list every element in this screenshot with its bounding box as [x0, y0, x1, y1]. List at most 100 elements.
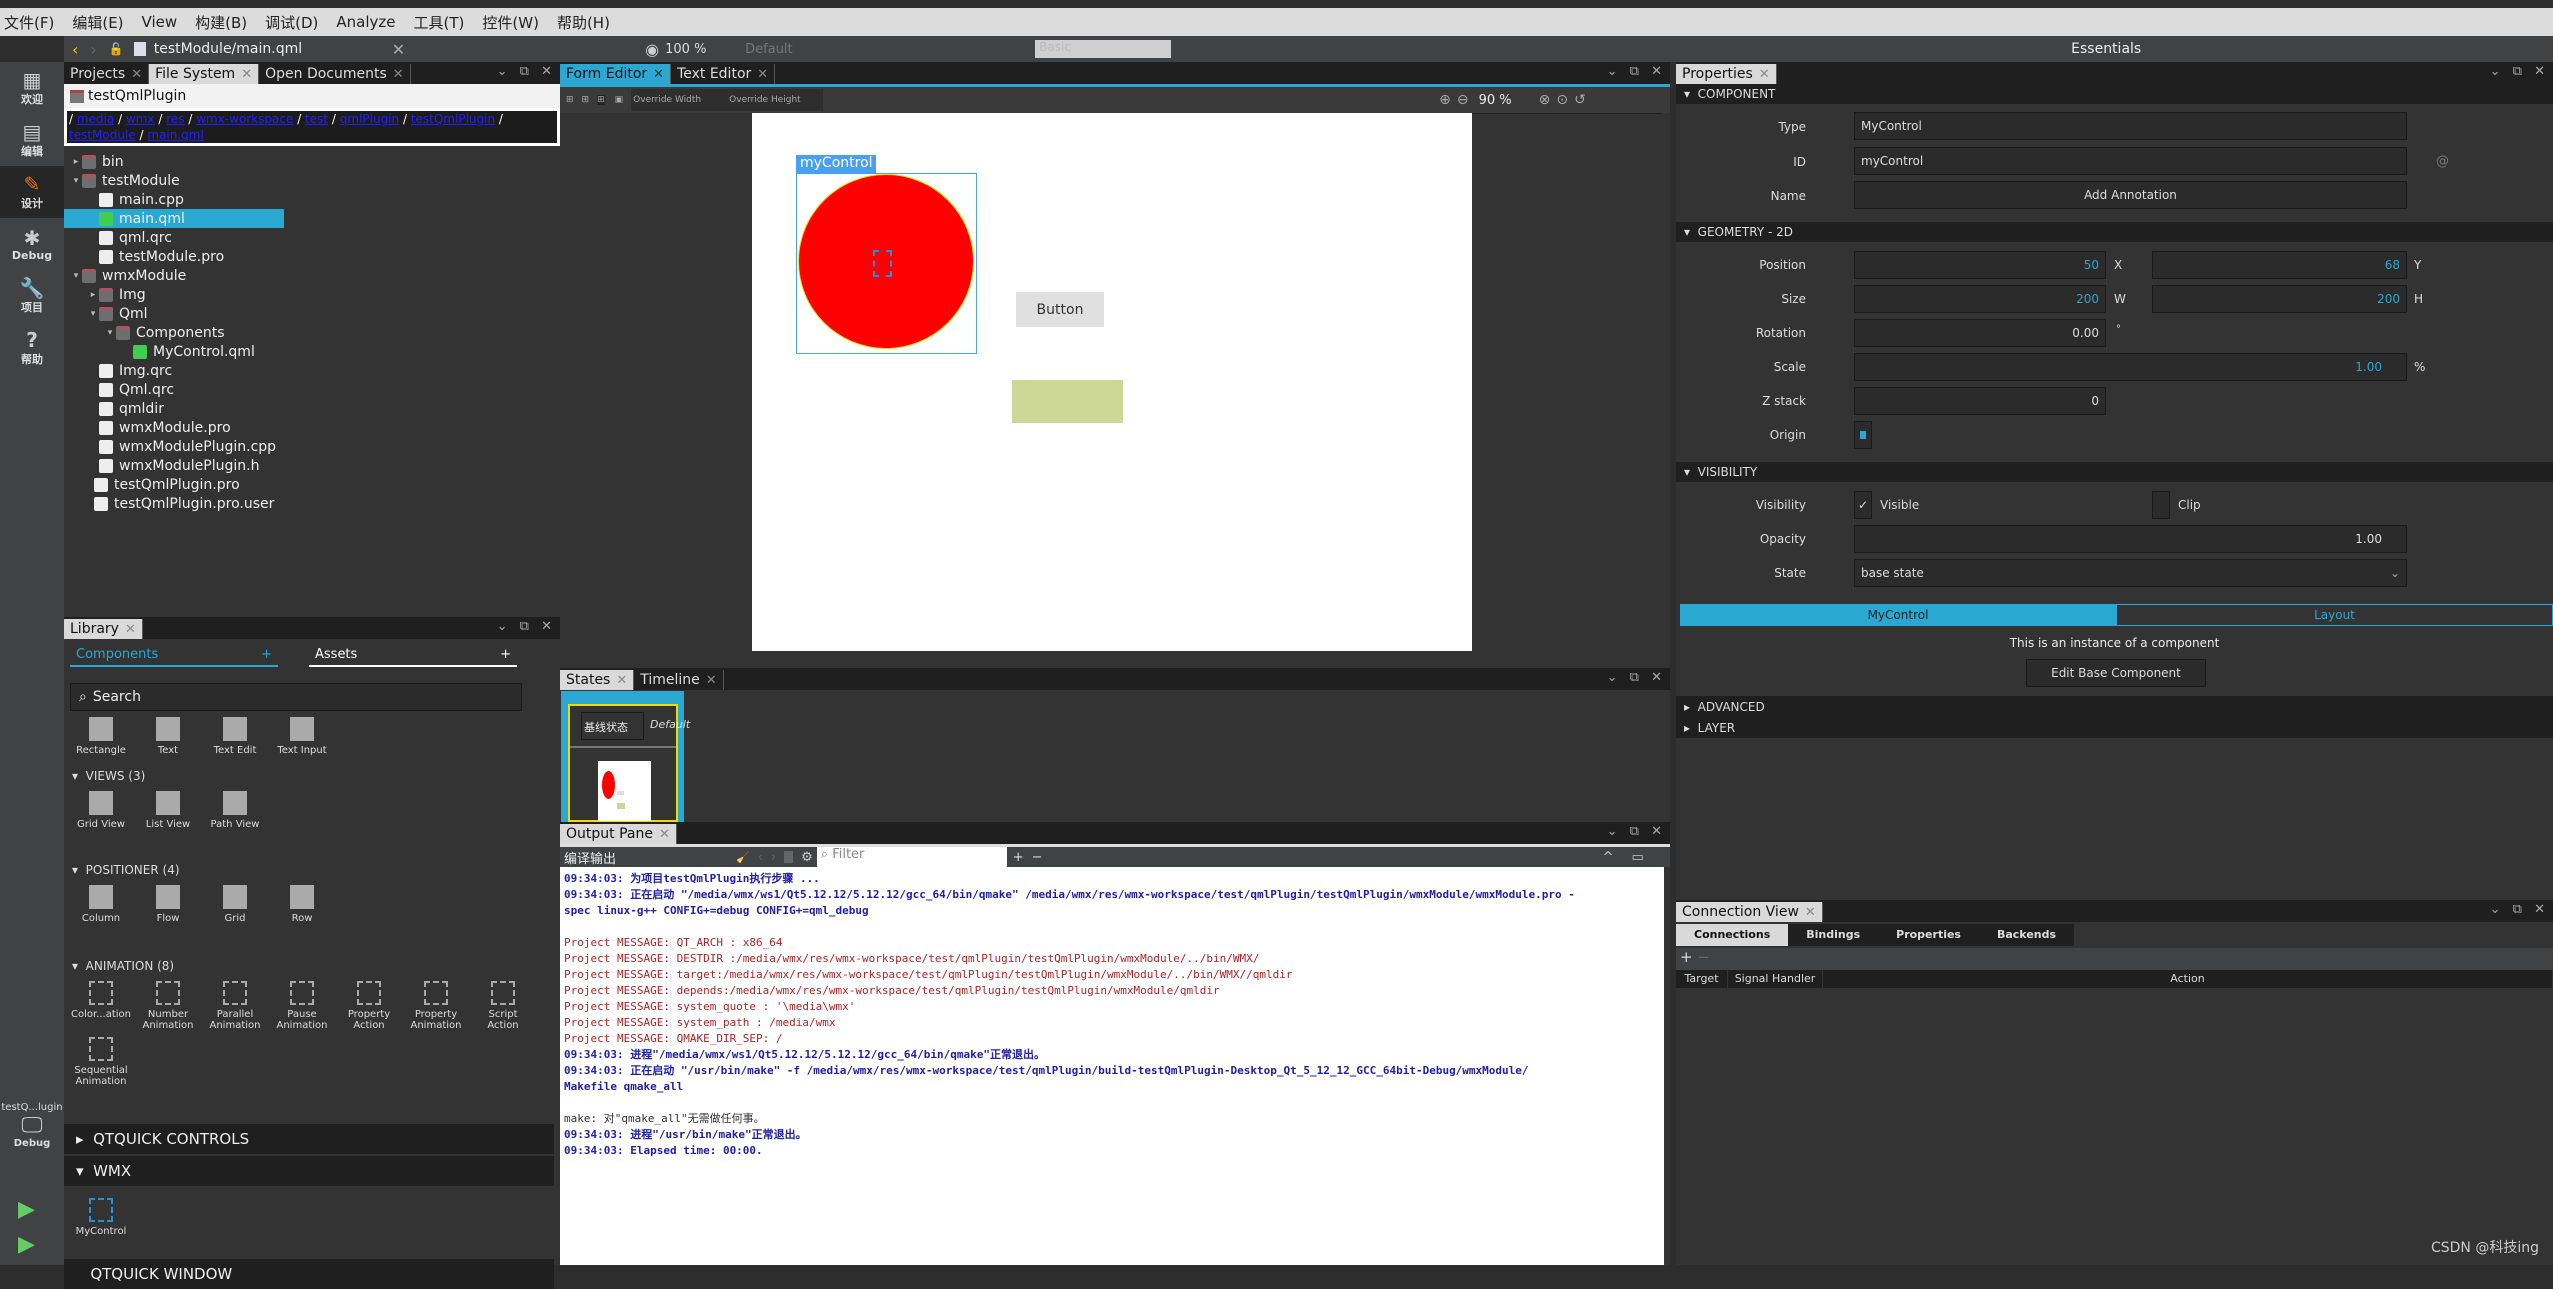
column-header[interactable]: Target — [1676, 970, 1728, 988]
filter-input[interactable]: ⌕ Filter — [817, 847, 1007, 867]
state-base[interactable]: 基线状态 Default — [561, 691, 684, 822]
mode-项目[interactable]: 🔧项目 — [0, 270, 64, 322]
menu-item[interactable]: 调试(D) — [265, 12, 318, 33]
panel-controls[interactable]: ⌄ ⧉ ✕ — [1607, 670, 1666, 685]
id-field[interactable]: myControl — [1854, 147, 2407, 175]
canvas-rectangle[interactable] — [1012, 380, 1123, 423]
prev-icon[interactable]: ‹ — [758, 850, 763, 865]
y-field[interactable]: 68 — [2152, 251, 2407, 279]
breadcrumb-link[interactable]: testModule — [69, 128, 136, 142]
panel-controls[interactable]: ⌄ ⧉ ✕ — [1607, 824, 1666, 839]
scale-field[interactable]: 1.00 — [1854, 353, 2407, 381]
column-header[interactable]: Signal Handler — [1728, 970, 1823, 988]
expand-arrow-icon[interactable]: ▾ — [87, 309, 99, 319]
breadcrumb-link[interactable]: media — [77, 112, 114, 126]
expand-arrow-icon[interactable]: ▸ — [87, 290, 99, 300]
tree-item[interactable]: testQmlPlugin.pro.user — [64, 494, 560, 513]
zoom-all-icon[interactable]: ⊗ — [1539, 92, 1551, 108]
tree-item[interactable]: ▸Img — [64, 285, 560, 304]
panel-controls[interactable]: ⌄ ⧉ ✕ — [1607, 64, 1666, 79]
add-asset-icon[interactable]: + — [500, 647, 511, 662]
library-item[interactable]: Script Action — [472, 981, 534, 1031]
library-item[interactable]: Text — [137, 717, 199, 756]
mode-欢迎[interactable]: ▦欢迎 — [0, 62, 64, 114]
breadcrumb-link[interactable]: res — [166, 112, 184, 126]
tree-item[interactable]: ▾Qml — [64, 304, 560, 323]
visible-checkbox[interactable]: ✓ — [1854, 491, 1872, 519]
state-name-field[interactable]: 基线状态 — [581, 712, 644, 740]
x-field[interactable]: 50 — [1854, 251, 2106, 279]
override-height-input[interactable]: Override Height — [727, 89, 823, 111]
library-item[interactable]: Number Animation — [137, 981, 199, 1031]
close-document-icon[interactable]: ✕ — [392, 40, 405, 59]
library-item[interactable]: List View — [137, 791, 199, 830]
remove-connection-icon[interactable]: − — [1697, 948, 1710, 966]
breadcrumb-link[interactable]: wmx-workspace — [196, 112, 293, 126]
tree-item[interactable]: wmxModulePlugin.h — [64, 456, 560, 475]
menu-item[interactable]: 帮助(H) — [557, 12, 610, 33]
section-component[interactable]: ▾ COMPONENT — [1676, 84, 2553, 104]
panel-controls[interactable]: ⌄ ⧉ ✕ — [497, 64, 556, 79]
library-category[interactable]: ▾ VIEWS (3) — [72, 769, 145, 783]
panel-controls[interactable]: ⌄ ⧉ ✕ — [2490, 64, 2549, 79]
tree-item[interactable]: Qml.qrc — [64, 380, 560, 399]
origin-selector[interactable] — [1854, 421, 1872, 449]
settings-icon[interactable]: ⚙ — [801, 850, 813, 865]
width-field[interactable]: 200 — [1854, 285, 2106, 313]
kit-selector[interactable]: testQ...lugin🖵Debug — [0, 1102, 64, 1149]
tree-item[interactable]: wmxModule.pro — [64, 418, 560, 437]
live-preview-icon[interactable]: ◉ — [645, 40, 659, 59]
next-icon[interactable]: › — [771, 850, 776, 865]
rotation-field[interactable]: 0.00 — [1854, 319, 2106, 347]
edit-base-component-button[interactable]: Edit Base Component — [2026, 659, 2206, 687]
tab-form-editor[interactable]: Form Editor✕ — [560, 64, 671, 84]
tab-timeline[interactable]: Timeline✕ — [634, 670, 723, 690]
tree-item[interactable]: qmldir — [64, 399, 560, 418]
expand-arrow-icon[interactable]: ▾ — [70, 176, 82, 186]
library-item[interactable]: Path View — [204, 791, 266, 830]
tab-properties[interactable]: Properties — [1878, 924, 1979, 946]
zoom-out-output-icon[interactable]: − — [1032, 850, 1043, 865]
tree-item[interactable]: ▾testModule — [64, 171, 560, 190]
style-selector[interactable]: Basic — [1035, 40, 1171, 58]
panel-controls[interactable]: ⌄ ⧉ ✕ — [2490, 902, 2549, 917]
menu-item[interactable]: Analyze — [336, 13, 395, 31]
tab-file-system[interactable]: File System✕ — [149, 64, 259, 84]
menu-item[interactable]: 控件(W) — [482, 12, 539, 33]
snap-margins-icon[interactable]: ⊞ — [597, 95, 605, 105]
alias-export-icon[interactable]: @ — [2436, 154, 2449, 169]
tab-layout[interactable]: Layout — [2116, 604, 2553, 626]
breadcrumb-link[interactable]: testQmlPlugin — [411, 112, 495, 126]
reset-view-icon[interactable]: ↺ — [1574, 92, 1586, 108]
library-item[interactable]: Property Animation — [405, 981, 467, 1031]
add-import-icon[interactable]: + — [261, 647, 272, 662]
tree-item[interactable]: qml.qrc — [64, 228, 560, 247]
height-field[interactable]: 200 — [2152, 285, 2407, 313]
add-connection-icon[interactable]: + — [1680, 948, 1693, 966]
tree-item[interactable]: ▸bin — [64, 152, 560, 171]
tree-item[interactable]: testQmlPlugin.pro — [64, 475, 560, 494]
clear-icon[interactable]: 🧹 — [736, 851, 750, 864]
open-document-selector[interactable]: testModule/main.qml — [154, 41, 384, 57]
menu-item[interactable]: 文件(F) — [4, 12, 54, 33]
type-field[interactable]: MyControl — [1854, 112, 2407, 140]
library-item[interactable]: Sequential Animation — [70, 1037, 132, 1087]
state-dropdown[interactable]: base state⌄ — [1854, 559, 2407, 587]
tab-backends[interactable]: Backends — [1979, 924, 2074, 946]
minimize-panel-icon[interactable]: ▭ — [1631, 850, 1643, 865]
snap-anchors-icon[interactable]: ⊞ — [582, 95, 590, 105]
section-geometry[interactable]: ▾ GEOMETRY - 2D — [1676, 222, 2553, 242]
device-selector[interactable]: Default — [745, 42, 815, 57]
breadcrumb-link[interactable]: wmx — [126, 112, 155, 126]
forward-icon[interactable]: › — [90, 40, 96, 59]
library-item[interactable]: Parallel Animation — [204, 981, 266, 1031]
tab-connections[interactable]: Connections — [1676, 924, 1788, 946]
tree-item[interactable]: Img.qrc — [64, 361, 560, 380]
tree-item[interactable]: ▾Components — [64, 323, 560, 342]
tab-open-documents[interactable]: Open Documents✕ — [259, 64, 411, 84]
debug-run-icon[interactable]: ▶ — [18, 1232, 35, 1257]
output-text[interactable]: 09:34:03: 为项目testQmlPlugin执行步骤 ...09:34:… — [560, 867, 1664, 1265]
menu-item[interactable]: 构建(B) — [195, 12, 247, 33]
snap-icon[interactable]: ⊞ — [566, 95, 574, 105]
expand-arrow-icon[interactable]: ▸ — [70, 157, 82, 167]
